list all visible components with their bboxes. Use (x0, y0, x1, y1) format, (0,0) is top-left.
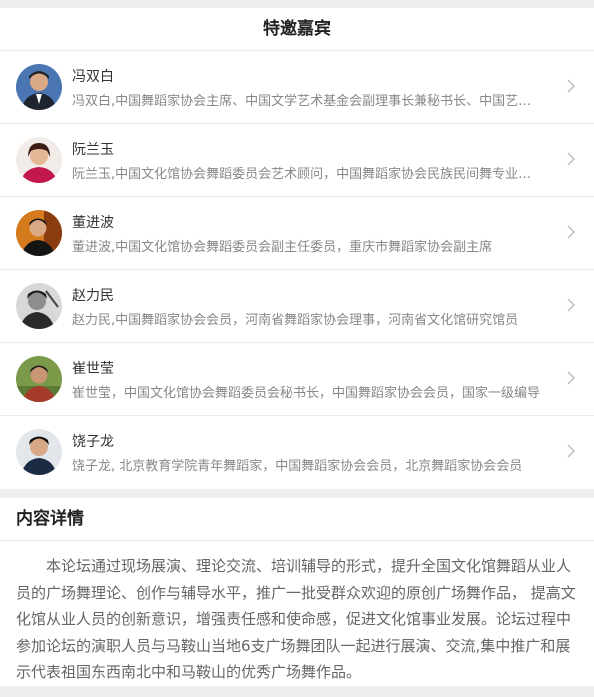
guest-name: 饶子龙 (72, 434, 114, 450)
guest-name: 冯双白 (72, 69, 114, 85)
details-section: 内容详情 本论坛通过现场展演、理论交流、培训辅导的形式，提升全国文化馆舞蹈从业人… (0, 498, 594, 686)
guest-item[interactable]: 崔世莹 崔世莹，中国文化馆协会舞蹈委员会秘书长，中国舞蹈家协会会员，国家一级编导 (0, 343, 594, 416)
avatar (16, 210, 62, 256)
guest-name: 崔世莹 (72, 361, 114, 377)
chevron-right-icon (567, 79, 576, 93)
avatar (16, 137, 62, 183)
guest-item[interactable]: 董进波 董进波,中国文化馆协会舞蹈委员会副主任委员，重庆市舞蹈家协会副主席 (0, 197, 594, 270)
avatar (16, 429, 62, 475)
section-divider (0, 489, 594, 498)
guest-description: 阮兰玉,中国文化馆协会舞蹈委员会艺术顾问，中国舞蹈家协会民族民间舞专业委员会委员 (72, 167, 542, 182)
guest-item[interactable]: 饶子龙 饶子龙, 北京教育学院青年舞蹈家，中国舞蹈家协会会员，北京舞蹈家协会会员 (0, 416, 594, 489)
details-title: 内容详情 (0, 498, 594, 541)
guest-name: 赵力民 (72, 288, 114, 304)
avatar (16, 64, 62, 110)
guest-description: 饶子龙, 北京教育学院青年舞蹈家，中国舞蹈家协会会员，北京舞蹈家协会会员 (72, 459, 523, 474)
guest-description: 冯双白,中国舞蹈家协会主席、中国文学艺术基金会副理事长兼秘书长、中国艺术研究院研… (72, 94, 542, 109)
guest-description: 董进波,中国文化馆协会舞蹈委员会副主任委员，重庆市舞蹈家协会副主席 (72, 240, 493, 255)
guest-description: 崔世莹，中国文化馆协会舞蹈委员会秘书长，中国舞蹈家协会会员，国家一级编导 (72, 386, 541, 401)
avatar (16, 283, 62, 329)
guest-item[interactable]: 阮兰玉 阮兰玉,中国文化馆协会舞蹈委员会艺术顾问，中国舞蹈家协会民族民间舞专业委… (0, 124, 594, 197)
guest-item[interactable]: 冯双白 冯双白,中国舞蹈家协会主席、中国文学艺术基金会副理事长兼秘书长、中国艺术… (0, 51, 594, 124)
avatar (16, 356, 62, 402)
guests-section: 特邀嘉宾 冯双白 冯双白,中国舞蹈家协会主席、中国文学艺术基金会副理事长兼秘书长… (0, 8, 594, 489)
section-title: 特邀嘉宾 (0, 8, 594, 51)
details-body: 本论坛通过现场展演、理论交流、培训辅导的形式，提升全国文化馆舞蹈从业人员的广场舞… (16, 557, 576, 681)
guest-description: 赵力民,中国舞蹈家协会会员，河南省舞蹈家协会理事，河南省文化馆研究馆员 (72, 313, 519, 328)
chevron-right-icon (567, 444, 576, 458)
chevron-right-icon (567, 152, 576, 166)
chevron-right-icon (567, 371, 576, 385)
guest-name: 阮兰玉 (72, 142, 114, 158)
chevron-right-icon (567, 225, 576, 239)
chevron-right-icon (567, 298, 576, 312)
top-spacer (0, 0, 594, 8)
guest-item[interactable]: 赵力民 赵力民,中国舞蹈家协会会员，河南省舞蹈家协会理事，河南省文化馆研究馆员 (0, 270, 594, 343)
guest-name: 董进波 (72, 215, 114, 231)
